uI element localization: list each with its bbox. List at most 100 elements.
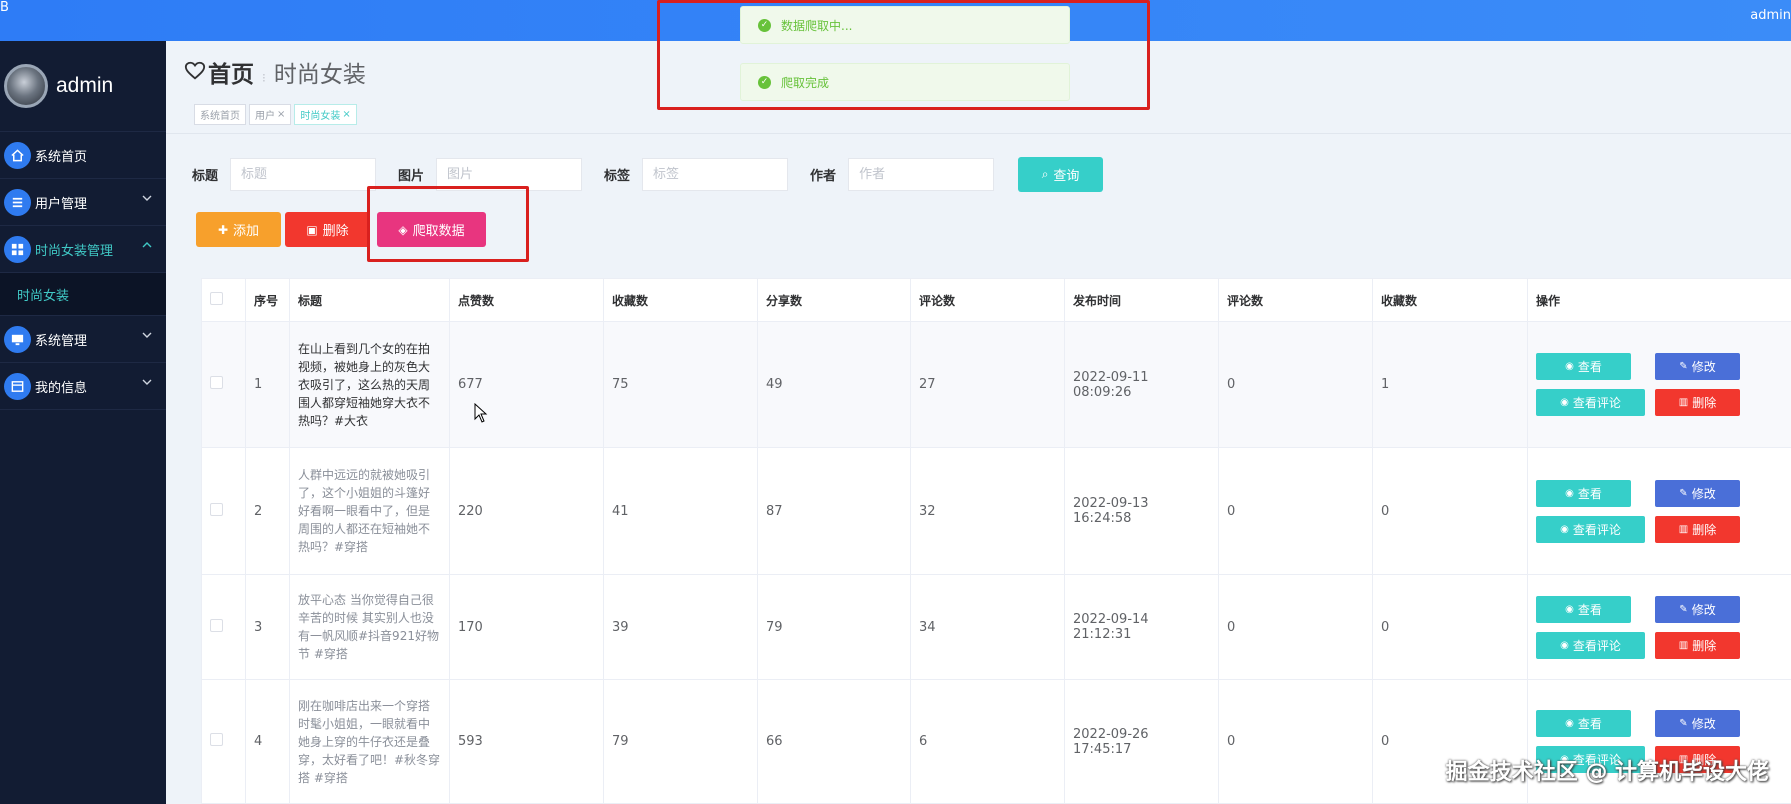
add-button[interactable]: ✚ 添加	[196, 212, 281, 247]
query-button[interactable]: ⌕ 查询	[1018, 157, 1104, 192]
chevron-up-icon	[142, 242, 152, 248]
favorites-count-cell: 1	[1372, 321, 1528, 448]
search-form: 标题 图片 标签 作者 ⌕ 查询	[192, 157, 1104, 192]
batch-delete-button[interactable]: ▣ 删除	[285, 212, 370, 247]
search-icon: ⌕	[1041, 167, 1049, 181]
eye-icon: ◉	[1565, 603, 1574, 615]
row-checkbox[interactable]	[210, 618, 223, 632]
sidebar-item-users[interactable]: 用户管理	[0, 179, 166, 226]
sidebar: admin 系统首页 用户管理 时尚女装管理 时尚女装 系统管理 我的信息	[0, 41, 166, 804]
delete-button[interactable]: ▥ 删除	[1655, 631, 1740, 659]
operations-cell: ◉ 查看 ✎ 修改 ◉ 查看评论 ▥ 删除	[1527, 447, 1791, 575]
operations-cell: ◉ 查看 ✎ 修改 ◉ 查看评论 ▥ 删除	[1527, 321, 1791, 448]
index-cell: 2	[245, 447, 290, 575]
close-icon[interactable]: ×	[277, 109, 285, 120]
image-label: 图片	[398, 169, 425, 184]
mouse-cursor-icon	[474, 403, 488, 423]
comments-count-cell: 0	[1218, 447, 1373, 575]
top-bar-username[interactable]: admin	[1750, 8, 1791, 23]
comments-count-cell: 0	[1218, 321, 1373, 448]
tag-users[interactable]: 用户 ×	[249, 104, 292, 125]
view-button[interactable]: ◉ 查看	[1536, 353, 1631, 380]
avatar[interactable]	[4, 64, 48, 108]
sidebar-subitem-fashion[interactable]: 时尚女装	[0, 273, 166, 316]
sidebar-item-home[interactable]: 系统首页	[0, 132, 166, 179]
success-icon: ✓	[758, 75, 771, 89]
edit-button[interactable]: ✎ 修改	[1655, 353, 1740, 380]
shares-cell: 79	[757, 574, 911, 680]
row-checkbox[interactable]	[210, 502, 223, 516]
title-input[interactable]	[230, 158, 377, 191]
breadcrumb: 首页 ⁝ 时尚女装	[184, 55, 366, 89]
tag-fashion[interactable]: 时尚女装 ×	[294, 104, 357, 125]
view-button-label: 查看	[1577, 360, 1602, 374]
row-checkbox[interactable]	[210, 733, 223, 746]
tag-label: 标签	[604, 169, 631, 184]
comments-cell: 34	[910, 574, 1065, 680]
tag-input[interactable]	[642, 158, 789, 191]
title-cell: 刚在咖啡店出来一个穿搭时髦小姐姐，一眼就看中她身上穿的牛仔衣还是叠穿，太好看了吧…	[289, 679, 450, 804]
delete-button[interactable]: ▥ 删除	[1655, 515, 1740, 543]
view-comments-label: 查看评论	[1572, 638, 1621, 653]
sidebar-profile: admin	[0, 41, 166, 132]
view-button[interactable]: ◉ 查看	[1536, 479, 1631, 507]
tag-home[interactable]: 系统首页	[194, 104, 246, 125]
view-comments-button[interactable]: ◉ 查看评论	[1536, 515, 1645, 543]
edit-button[interactable]: ✎ 修改	[1655, 710, 1740, 737]
view-comments-button[interactable]: ◉ 查看评论	[1536, 389, 1645, 416]
row-checkbox[interactable]	[210, 376, 223, 389]
trash-icon: ▥	[1678, 639, 1689, 651]
table-row: 2 人群中远远的就被她吸引了，这个小姐姐的斗篷好好看啊一眼看中了，但是周围的人都还…	[201, 447, 1791, 575]
edit-button[interactable]: ✎ 修改	[1655, 479, 1740, 507]
success-icon: ✓	[758, 18, 771, 32]
author-input[interactable]	[848, 158, 995, 191]
likes-cell: 170	[449, 574, 604, 680]
delete-button-label: 删除	[1692, 522, 1717, 537]
close-icon[interactable]: ×	[342, 109, 350, 120]
sidebar-item-myinfo[interactable]: 我的信息	[0, 363, 166, 410]
eye-icon: ◉	[1565, 718, 1574, 729]
column-header: 发布时间	[1064, 278, 1219, 322]
image-input[interactable]	[436, 158, 583, 191]
favorites-cell: 39	[603, 574, 758, 680]
publish-time-cell: 2022-09-14 21:12:31	[1064, 574, 1219, 680]
column-header: 评论数	[1218, 278, 1373, 322]
row-operations: ◉ 查看 ✎ 修改 ◉ 查看评论 ▥ 删除	[1536, 353, 1783, 416]
trash-icon: ▣	[306, 222, 318, 237]
edit-button-label: 修改	[1691, 486, 1716, 501]
sidebar-item-label: 系统管理	[35, 333, 88, 349]
title-label: 标题	[192, 169, 219, 184]
favorites-cell: 41	[603, 447, 758, 575]
comments-cell: 6	[910, 679, 1065, 804]
edit-button-label: 修改	[1691, 717, 1716, 731]
trash-icon: ▥	[1678, 397, 1689, 408]
title-cell: 在山上看到几个女的在拍视频，被她身上的灰色大衣吸引了，这么热的天周围人都穿短袖她…	[289, 321, 450, 448]
edit-button[interactable]: ✎ 修改	[1655, 595, 1740, 623]
sidebar-item-label: 我的信息	[35, 380, 88, 396]
delete-button[interactable]: ▥ 删除	[1655, 389, 1740, 416]
sidebar-item-system[interactable]: 系统管理	[0, 316, 166, 363]
view-button[interactable]: ◉ 查看	[1536, 595, 1631, 623]
edit-icon: ✎	[1679, 603, 1688, 615]
sidebar-item-fashion[interactable]: 时尚女装管理	[0, 226, 166, 273]
eye-icon: ◉	[1565, 487, 1574, 499]
row-operations: ◉ 查看 ✎ 修改 ◉ 查看评论 ▥ 删除	[1536, 595, 1783, 659]
column-header: 评论数	[910, 278, 1065, 322]
select-all-checkbox[interactable]	[210, 292, 223, 305]
view-button[interactable]: ◉ 查看	[1536, 710, 1631, 737]
row-operations: ◉ 查看 ✎ 修改 ◉ 查看评论 ▥ 删除	[1536, 479, 1783, 543]
crawl-data-button[interactable]: ◈ 爬取数据	[377, 212, 486, 247]
eye-icon: ◉	[1560, 523, 1569, 535]
eye-icon: ◉	[1565, 361, 1574, 372]
view-comments-button[interactable]: ◉ 查看评论	[1536, 631, 1645, 659]
list-icon	[4, 188, 31, 216]
publish-time-cell: 2022-09-26 17:45:17	[1064, 679, 1219, 804]
eye-icon: ◉	[1560, 639, 1569, 651]
breadcrumb-separator: ⁝	[262, 71, 266, 85]
comments-cell: 32	[910, 447, 1065, 575]
breadcrumb-home[interactable]: 首页	[208, 55, 254, 89]
monitor-icon	[4, 325, 31, 353]
table-row: 1 在山上看到几个女的在拍视频，被她身上的灰色大衣吸引了，这么热的天周围人都穿短袖…	[201, 321, 1791, 448]
delete-button-label: 删除	[1692, 638, 1717, 653]
notification-text: 数据爬取中...	[781, 18, 853, 33]
